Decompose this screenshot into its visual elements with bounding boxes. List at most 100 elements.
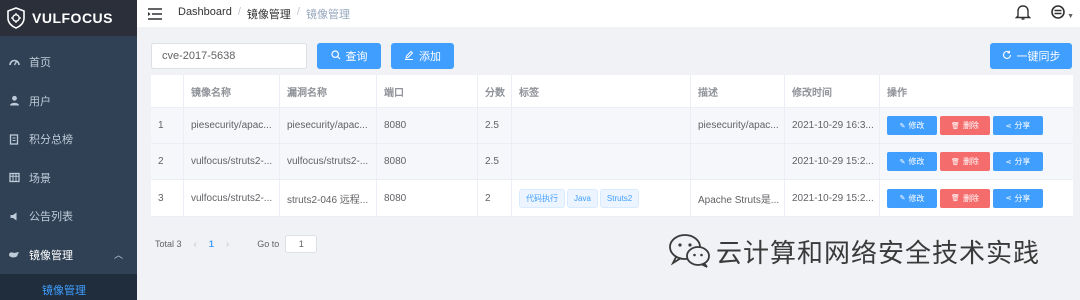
- edit-icon: ✎: [899, 195, 906, 202]
- sidebar-item-home[interactable]: 首页: [0, 43, 137, 82]
- header-score: 分数: [478, 75, 512, 107]
- chevron-left-icon[interactable]: ‹: [194, 239, 197, 250]
- header-modified-time: 修改时间: [785, 75, 880, 107]
- watermark: 云计算和网络安全技术实践: [668, 232, 1040, 270]
- breadcrumb-home[interactable]: Dashboard: [178, 6, 232, 22]
- row-description-text: Apache Struts是...: [698, 194, 780, 206]
- delete-button[interactable]: 🗑 删除: [940, 152, 990, 171]
- user-icon: [8, 95, 20, 107]
- share-button[interactable]: ⋖ 分享: [993, 116, 1043, 135]
- share-button-label: 分享: [1014, 121, 1031, 130]
- rank-icon: [8, 133, 20, 145]
- header-actions: 操作: [887, 87, 907, 99]
- row-actions: ✎ 修改 🗑 删除 ⋖ 分享: [880, 108, 1073, 143]
- row-time-text: 2021-10-29 15:2...: [792, 192, 874, 204]
- table-row[interactable]: 1 piesecurity/apac... piesecurity/apac..…: [151, 108, 1073, 144]
- row-tags: 代码执行 Java Struts2: [512, 180, 691, 216]
- row-time: 2021-10-29 16:3...: [785, 108, 880, 143]
- edit-icon: [404, 50, 414, 63]
- table-row[interactable]: 3 vulfocus/struts2-... struts2-046 远程...…: [151, 180, 1073, 217]
- pagination-goto-input[interactable]: 1: [285, 235, 318, 253]
- edit-button[interactable]: ✎ 修改: [887, 188, 937, 208]
- row-vuln-name: vulfocus/struts2-...: [280, 144, 377, 179]
- edit-button-label: 修改: [908, 157, 925, 166]
- table-row[interactable]: 2 vulfocus/struts2-... vulfocus/struts2-…: [151, 144, 1073, 180]
- sidebar-item-users[interactable]: 用户: [0, 82, 137, 121]
- header-vuln-name: 漏洞名称: [280, 75, 377, 107]
- search-input[interactable]: cve-2017-5638: [151, 43, 307, 69]
- query-button[interactable]: 查询: [317, 43, 381, 69]
- refresh-icon: [1002, 50, 1012, 63]
- sidebar-item-rank[interactable]: 积分总榜: [0, 120, 137, 159]
- sidebar-item-label: 用户: [29, 95, 51, 108]
- sidebar-item-images[interactable]: 镜像管理 ︿: [0, 236, 137, 275]
- row-image-name: vulfocus/struts2-...: [184, 180, 280, 216]
- delete-button[interactable]: 🗑 删除: [940, 116, 990, 135]
- row-index: 1: [151, 108, 184, 143]
- delete-button-label: 删除: [962, 193, 979, 203]
- pagination-total: Total 3: [155, 239, 182, 249]
- pagination-page[interactable]: 1: [209, 239, 214, 249]
- dashboard-icon: [8, 56, 20, 68]
- trash-icon: 🗑: [951, 158, 960, 166]
- header-index: [151, 75, 184, 107]
- row-description: [691, 144, 785, 179]
- hamburger-icon[interactable]: [148, 7, 162, 20]
- row-port: 8080: [377, 108, 478, 143]
- tag: Java: [567, 188, 598, 208]
- trash-icon: 🗑: [951, 195, 960, 202]
- header-description: 描述: [691, 75, 785, 107]
- logo[interactable]: VULFOCUS: [0, 0, 137, 36]
- row-score: 2.5: [478, 144, 512, 179]
- delete-button-label: 删除: [962, 157, 979, 166]
- edit-button[interactable]: ✎ 修改: [887, 116, 937, 135]
- pagination: Total 3 ‹ 1 › Go to 1: [155, 235, 318, 253]
- breadcrumb-separator: /: [296, 5, 300, 18]
- share-button[interactable]: ⋖ 分享: [993, 188, 1043, 208]
- row-index: 3: [151, 180, 184, 216]
- query-button-label: 查询: [345, 51, 368, 63]
- row-vuln-name: struts2-046 远程...: [280, 180, 377, 216]
- notice-icon: [8, 210, 20, 222]
- delete-button[interactable]: 🗑 删除: [940, 188, 990, 208]
- chevron-right-icon[interactable]: ›: [226, 239, 229, 250]
- navbar: Dashboard / 镜像管理 / 镜像管理 ▼: [137, 0, 1080, 27]
- share-icon: ⋖: [1005, 122, 1012, 130]
- row-vuln-name: piesecurity/apac...: [280, 108, 377, 143]
- wechat-icon: [669, 234, 710, 268]
- add-button[interactable]: 添加: [391, 43, 454, 69]
- row-index: 2: [151, 144, 184, 179]
- row-score: 2: [478, 180, 512, 216]
- sidebar: VULFOCUS 首页 用户 积分总榜 场景 公告列表 镜像管理 ︿ 镜像管理: [0, 0, 137, 300]
- nav-right: ▼: [1015, 3, 1074, 21]
- row-image-name-text: vulfocus/struts2-...: [191, 156, 273, 167]
- breadcrumb-level1[interactable]: 镜像管理: [247, 6, 291, 22]
- table-icon: [8, 172, 20, 184]
- edit-icon: ✎: [899, 122, 906, 130]
- row-actions: ✎ 修改 🗑 删除 ⋖ 分享: [880, 144, 1073, 179]
- user-menu-icon[interactable]: [1051, 5, 1065, 19]
- breadcrumb-current: 镜像管理: [305, 8, 350, 21]
- breadcrumb-separator: /: [237, 5, 241, 18]
- sidebar-item-scene[interactable]: 场景: [0, 159, 137, 198]
- sidebar-item-notices[interactable]: 公告列表: [0, 197, 137, 236]
- sidebar-item-label: 场景: [29, 172, 51, 185]
- caret-down-icon[interactable]: ▼: [1067, 13, 1074, 20]
- trash-icon: 🗑: [951, 122, 960, 130]
- edit-button[interactable]: ✎ 修改: [887, 152, 937, 171]
- pagination-goto-label: Go to: [257, 239, 280, 249]
- sync-button[interactable]: 一键同步: [990, 43, 1072, 69]
- tag: 代码执行: [519, 188, 565, 208]
- bell-icon[interactable]: [1015, 3, 1032, 21]
- row-port: 8080: [377, 144, 478, 179]
- header-port: 端口: [377, 75, 478, 107]
- row-vuln-name-text: vulfocus/struts2-...: [287, 156, 369, 167]
- share-button-label: 分享: [1014, 157, 1031, 166]
- row-image-name-text: vulfocus/struts2-...: [191, 192, 273, 204]
- row-vuln-name-text: struts2-046 远程...: [287, 194, 369, 206]
- sidebar-subitem-image-management[interactable]: 镜像管理: [0, 274, 137, 300]
- share-button[interactable]: ⋖ 分享: [993, 152, 1043, 171]
- row-image-name-text: piesecurity/apac...: [191, 120, 272, 131]
- sidebar-item-label: 积分总榜: [29, 134, 73, 147]
- breadcrumb: Dashboard / 镜像管理 / 镜像管理: [178, 6, 350, 22]
